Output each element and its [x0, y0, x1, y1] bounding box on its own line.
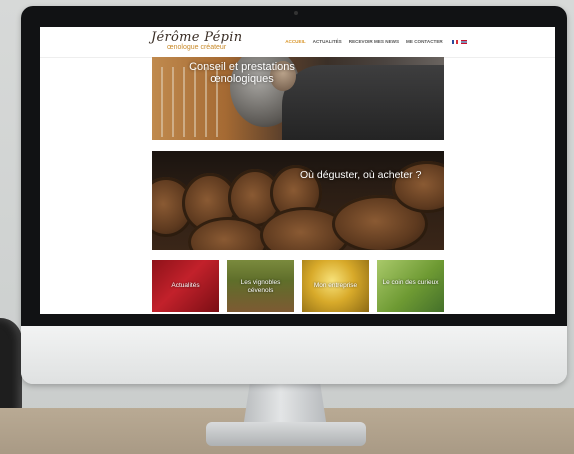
hero-banner-conseil[interactable]: Conseil et prestations œnologiques — [152, 57, 444, 140]
nav-item-recevoir-news[interactable]: RECEVOIR MES NEWS — [349, 39, 399, 44]
monitor: Jérôme Pépin œnologue créateur ACCUEIL A… — [21, 6, 567, 384]
oenologist-image — [282, 65, 444, 140]
logo-name: Jérôme Pépin — [151, 30, 243, 45]
category-tiles: Actualités Les vignobles cévenols Mon en… — [152, 260, 444, 312]
hero-banner-deguster[interactable]: Où déguster, où acheter ? — [152, 151, 444, 250]
tile-label: Actualités — [171, 282, 200, 289]
tile-curieux[interactable]: Le coin des curieux — [377, 260, 444, 312]
nav-item-actualites[interactable]: ACTUALITÉS — [313, 39, 342, 44]
tile-label: Les vignobles cévenols — [240, 279, 281, 294]
camera-icon — [294, 11, 298, 15]
website-screen: Jérôme Pépin œnologue créateur ACCUEIL A… — [40, 27, 555, 314]
monitor-chin — [21, 326, 567, 384]
site-logo[interactable]: Jérôme Pépin œnologue créateur — [151, 30, 261, 56]
flag-fr-icon[interactable] — [451, 39, 458, 44]
hero-deguster-title: Où déguster, où acheter ? — [300, 169, 422, 181]
flag-en-icon[interactable] — [461, 39, 467, 44]
monitor-stand-base — [206, 422, 366, 446]
language-switcher — [450, 39, 467, 44]
nav-item-contact[interactable]: ME CONTACTER — [406, 39, 443, 44]
main-nav: ACCUEIL ACTUALITÉS RECEVOIR MES NEWS ME … — [285, 39, 467, 44]
tile-label: Le coin des curieux — [382, 279, 439, 286]
tile-entreprise[interactable]: Mon entreprise — [302, 260, 369, 312]
logo-tagline: œnologue créateur — [167, 44, 227, 51]
tile-vignobles[interactable]: Les vignobles cévenols — [227, 260, 294, 312]
tile-actualites[interactable]: Actualités — [152, 260, 219, 312]
site-header: Jérôme Pépin œnologue créateur ACCUEIL A… — [40, 27, 555, 58]
nav-item-accueil[interactable]: ACCUEIL — [285, 39, 305, 44]
hero-conseil-title: Conseil et prestations œnologiques — [189, 61, 295, 85]
monitor-bezel: Jérôme Pépin œnologue créateur ACCUEIL A… — [21, 6, 567, 326]
tile-label: Mon entreprise — [313, 282, 358, 289]
